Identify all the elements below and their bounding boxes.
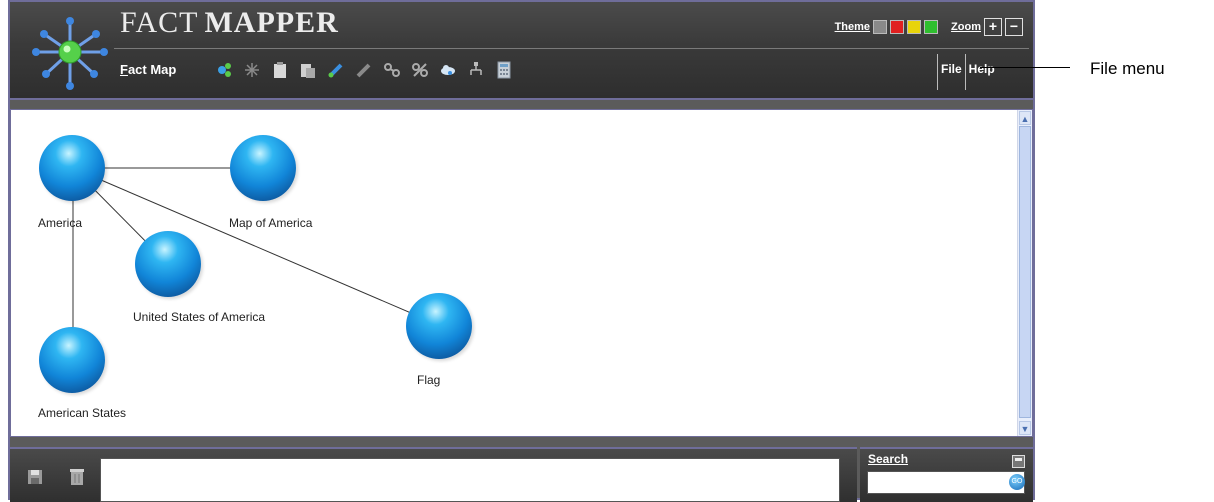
theme-yellow-swatch[interactable] <box>907 20 922 34</box>
file-menu[interactable]: File <box>937 54 965 90</box>
notes-field[interactable] <box>100 458 840 502</box>
sparkle-icon[interactable] <box>243 60 261 80</box>
app-header: FACT MAPPER Fact Map Theme Zoom + − File… <box>10 2 1033 100</box>
menu-bar: File Help <box>937 54 998 90</box>
search-go-icon[interactable]: GO <box>1009 474 1025 490</box>
theme-green-swatch[interactable] <box>924 20 939 34</box>
fact-map-canvas[interactable]: America Map of America United States of … <box>10 109 1033 437</box>
theme-label: Theme <box>834 21 871 33</box>
unlink-icon[interactable] <box>411 60 429 80</box>
theme-zoom-controls: Theme Zoom + − <box>835 18 1023 36</box>
node-map-of-america[interactable] <box>230 135 296 201</box>
scroll-up-icon[interactable]: ▲ <box>1019 111 1031 125</box>
link-icon[interactable] <box>383 60 401 80</box>
app-title: FACT MAPPER <box>120 6 339 39</box>
trash-icon[interactable] <box>68 467 86 487</box>
header-divider <box>114 48 1029 49</box>
node-label-america: America <box>38 216 83 230</box>
search-panel: Search GO <box>860 447 1033 502</box>
scroll-down-icon[interactable]: ▼ <box>1019 421 1031 435</box>
node-flag[interactable] <box>406 293 472 359</box>
node-label-usa: United States of America <box>133 310 266 324</box>
zoom-label: Zoom <box>951 21 981 33</box>
collapse-panel-icon[interactable] <box>1012 455 1025 468</box>
zoom-in-button[interactable]: + <box>984 18 1002 36</box>
help-menu[interactable]: Help <box>964 54 998 90</box>
cloud-icon[interactable] <box>439 60 457 80</box>
clipboard-icon[interactable] <box>271 60 289 80</box>
node-america[interactable] <box>39 135 105 201</box>
search-label: Search <box>868 452 909 466</box>
toolbar <box>215 60 513 80</box>
node-label-flag: Flag <box>417 373 441 387</box>
node-label-map-of-america: Map of America <box>229 216 313 230</box>
edit-pen-icon[interactable] <box>327 60 345 80</box>
paste-icon[interactable] <box>299 60 317 80</box>
callout-line <box>980 67 1070 68</box>
tree-icon[interactable] <box>467 60 485 80</box>
fact-mapper-logo <box>32 17 108 90</box>
fact-mapper-window: FACT MAPPER Fact Map Theme Zoom + − File… <box>8 0 1035 502</box>
fact-map-label[interactable]: Fact Map <box>120 62 176 77</box>
add-node-icon[interactable] <box>215 60 233 80</box>
calculator-icon[interactable] <box>495 60 513 80</box>
node-label-american-states: American States <box>38 406 127 420</box>
save-icon[interactable] <box>26 467 44 487</box>
search-input[interactable] <box>867 471 1025 494</box>
file-menu-callout: File menu <box>1090 59 1165 78</box>
vertical-scrollbar[interactable]: ▲ ▼ <box>1017 110 1032 436</box>
scroll-thumb[interactable] <box>1019 126 1031 418</box>
node-united-states-of-america[interactable] <box>135 231 201 297</box>
theme-red-swatch[interactable] <box>890 20 905 34</box>
node-american-states[interactable] <box>39 327 105 393</box>
theme-gray-swatch[interactable] <box>873 20 888 34</box>
pen-disabled-icon[interactable] <box>355 60 373 80</box>
notes-panel <box>10 447 857 502</box>
zoom-out-button[interactable]: − <box>1005 18 1023 36</box>
